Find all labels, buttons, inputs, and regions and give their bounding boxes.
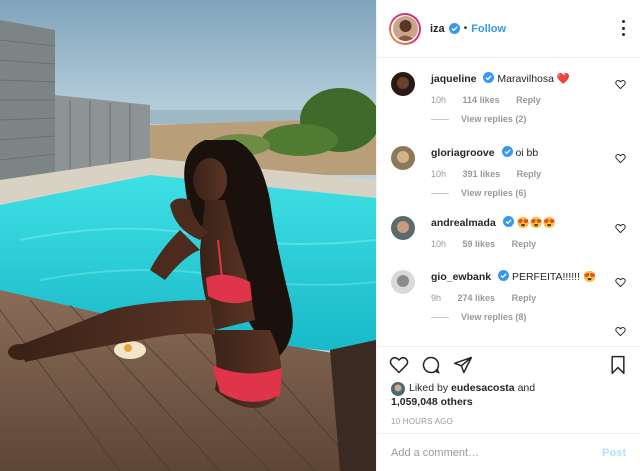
verified-icon	[448, 23, 460, 34]
replies-line	[431, 316, 449, 318]
comment-emoji: ❤️	[556, 73, 570, 85]
verified-icon	[501, 146, 513, 157]
comment-likes[interactable]: 59 likes	[463, 239, 496, 249]
comment-heart-icon[interactable]	[615, 153, 626, 164]
comment-likes[interactable]: 114 likes	[463, 95, 500, 105]
verified-icon	[498, 270, 510, 281]
reply-button[interactable]: Reply	[516, 95, 541, 105]
author-avatar-image	[392, 16, 418, 41]
post-timestamp[interactable]: 10 HOURS AGO	[377, 411, 640, 433]
verified-icon	[502, 216, 514, 227]
commenter-avatar[interactable]	[391, 270, 415, 294]
comments-list[interactable]: jaqueline Maravilhosa ❤️ 10h 114 likes R…	[377, 58, 640, 347]
comment-username[interactable]: jaqueline	[431, 73, 477, 85]
commenter-avatar[interactable]	[391, 146, 415, 170]
photo-illustration	[0, 0, 376, 471]
likes-joiner: and	[517, 382, 536, 394]
comment-emoji: 😍😍😍	[516, 217, 556, 229]
avatar-ring-inner	[391, 14, 419, 43]
reply-button[interactable]: Reply	[517, 169, 542, 179]
comment-text: oi bb	[515, 147, 539, 159]
bookmark-icon[interactable]	[608, 355, 628, 375]
comment-likes[interactable]: 391 likes	[463, 169, 501, 179]
view-replies-button[interactable]: View replies (6)	[461, 188, 526, 198]
comment-heart-icon[interactable]	[615, 326, 626, 337]
comment-heart-icon[interactable]	[615, 79, 626, 90]
reply-button[interactable]: Reply	[512, 239, 537, 249]
post: iza • Follow jaqueline Maravilhosa ❤️ 10…	[0, 0, 640, 471]
replies-line	[431, 118, 449, 120]
liker-username[interactable]: eudesacosta	[451, 382, 515, 394]
post-side-panel: iza • Follow jaqueline Maravilhosa ❤️ 10…	[376, 0, 640, 471]
heart-icon[interactable]	[389, 355, 409, 375]
reply-button[interactable]: Reply	[512, 293, 537, 303]
post-comment-button[interactable]: Post	[602, 447, 626, 459]
comment-age[interactable]: 10h	[431, 239, 446, 249]
share-icon[interactable]	[453, 355, 473, 375]
likes-others[interactable]: 1,059,048 others	[391, 395, 473, 409]
author-username[interactable]: iza	[430, 23, 445, 35]
post-header: iza • Follow	[377, 0, 640, 58]
commenter-avatar[interactable]	[391, 72, 415, 96]
commenter-avatar[interactable]	[391, 216, 415, 240]
comment-text: Maravilhosa	[497, 73, 554, 85]
comment-age[interactable]: 9h	[431, 293, 441, 303]
comment-icon[interactable]	[421, 355, 441, 375]
header-separator: •	[463, 23, 468, 34]
liker-avatar[interactable]	[391, 382, 405, 396]
author-avatar[interactable]	[389, 12, 421, 45]
comment-age[interactable]: 10h	[431, 169, 446, 179]
likes-summary: Liked by eudesacosta and 1,059,048 other…	[377, 381, 640, 411]
replies-line	[431, 192, 449, 194]
comment-emoji: 😍	[582, 271, 597, 283]
comment-heart-icon[interactable]	[615, 277, 626, 288]
verified-icon	[483, 72, 495, 83]
post-actions	[377, 347, 640, 381]
comment-username[interactable]: gloriagroove	[431, 147, 495, 159]
post-photo[interactable]	[0, 0, 376, 471]
view-replies-button[interactable]: View replies (8)	[461, 312, 526, 322]
comment-heart-icon[interactable]	[615, 223, 626, 234]
view-replies-button[interactable]: View replies (2)	[461, 114, 526, 124]
comment-username[interactable]: gio_ewbank	[431, 271, 491, 283]
add-comment-bar: Add a comment… Post	[377, 433, 640, 471]
comment-age[interactable]: 10h	[431, 95, 446, 105]
comment-likes[interactable]: 274 likes	[458, 293, 496, 303]
comment-input[interactable]: Add a comment…	[391, 447, 479, 459]
comment-text: PERFEITA!!!!!!	[511, 271, 581, 283]
follow-button[interactable]: Follow	[471, 23, 506, 35]
likes-prefix: Liked by	[409, 382, 449, 394]
more-icon[interactable]	[622, 20, 626, 36]
comment-username[interactable]: andrealmada	[431, 217, 496, 229]
